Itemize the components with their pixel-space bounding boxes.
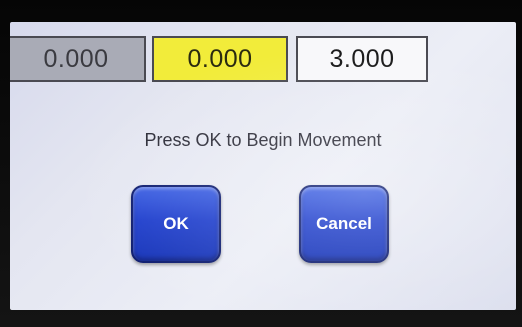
position-readout-2-value: 0.000 [187,44,253,73]
cancel-button-label: Cancel [316,214,372,233]
ok-button[interactable]: OK [131,185,221,263]
touch-screen: 0.000 0.000 3.000 Press OK to Begin Move… [10,22,516,310]
ok-button-label: OK [163,214,189,233]
position-readout-3[interactable]: 3.000 [296,36,428,82]
device-bezel: 0.000 0.000 3.000 Press OK to Begin Move… [0,0,522,327]
position-readout-2[interactable]: 0.000 [152,36,288,82]
position-readout-3-value: 3.000 [329,44,395,73]
position-readout-1-value: 0.000 [43,44,109,73]
position-readout-1[interactable]: 0.000 [10,36,146,82]
cancel-button[interactable]: Cancel [299,185,389,263]
dialog-message: Press OK to Begin Movement [144,130,382,150]
